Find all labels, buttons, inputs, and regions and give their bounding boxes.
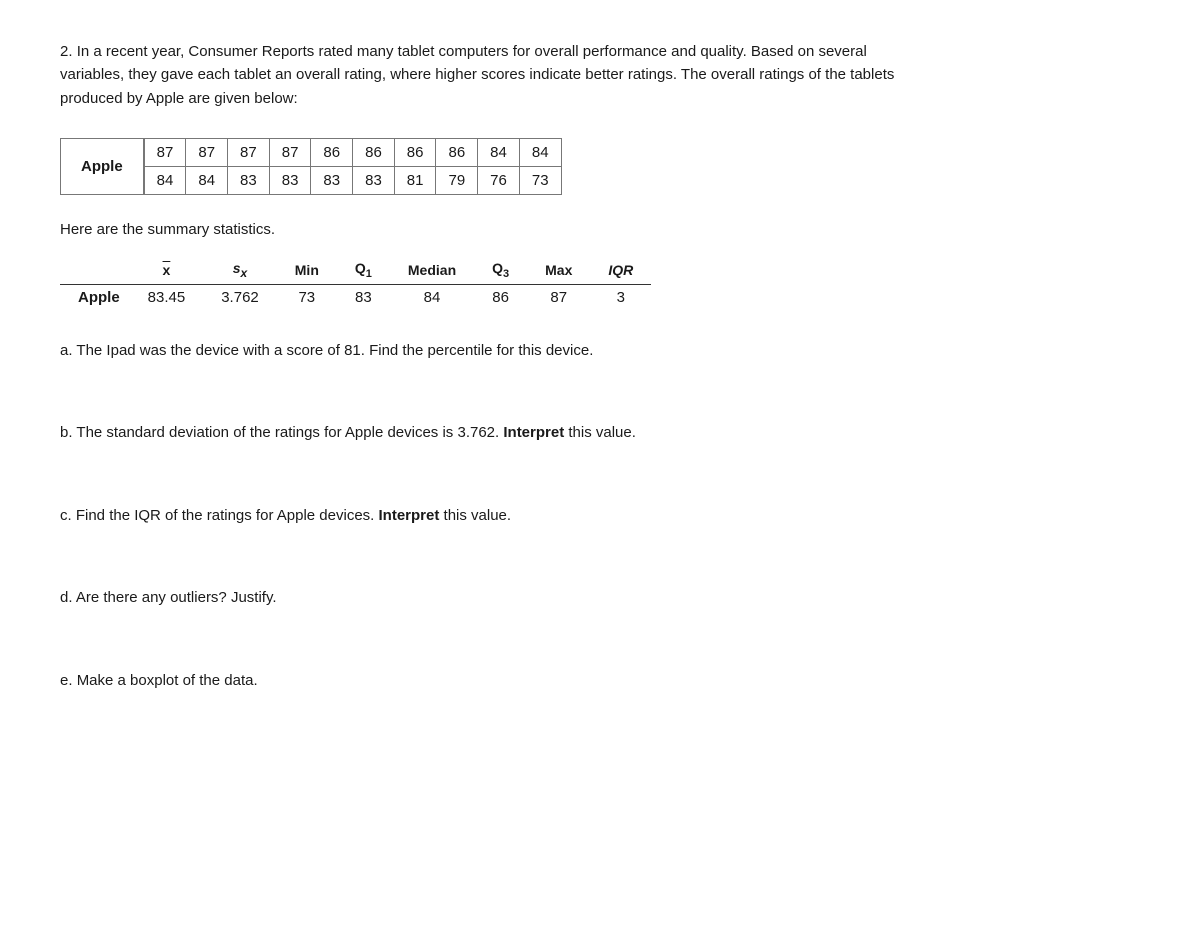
part-a-label: a. xyxy=(60,342,73,359)
r2c2: 84 xyxy=(186,166,228,194)
r1c10: 84 xyxy=(519,138,561,166)
header-xbar: x xyxy=(130,256,204,284)
r2c8: 79 xyxy=(436,166,478,194)
r1c2: 87 xyxy=(186,138,228,166)
summary-iqr: 3 xyxy=(590,284,651,310)
table-row-1: Apple 87 87 87 87 86 86 86 86 84 84 xyxy=(61,138,562,166)
summary-apple-row: Apple 83.45 3.762 73 83 84 86 87 3 xyxy=(60,284,651,310)
summary-xbar: 83.45 xyxy=(130,284,204,310)
r2c9: 76 xyxy=(478,166,520,194)
header-q3: Q3 xyxy=(474,256,527,284)
question-text: 2. In a recent year, Consumer Reports ra… xyxy=(60,40,920,110)
summary-q1: 83 xyxy=(337,284,390,310)
parts-section: a. The Ipad was the device with a score … xyxy=(60,340,1140,693)
part-a: a. The Ipad was the device with a score … xyxy=(60,340,1140,363)
question-number: 2. xyxy=(60,43,73,60)
r1c4: 87 xyxy=(269,138,311,166)
header-median: Median xyxy=(390,256,474,284)
part-c-text-after: this value. xyxy=(439,507,511,524)
summary-max: 87 xyxy=(527,284,590,310)
part-c-text-before: Find the IQR of the ratings for Apple de… xyxy=(76,507,379,524)
part-b-bold: Interpret xyxy=(503,424,564,441)
r1c1: 87 xyxy=(144,138,186,166)
r2c10: 73 xyxy=(519,166,561,194)
r2c7: 81 xyxy=(394,166,436,194)
part-c-bold: Interpret xyxy=(379,507,440,524)
header-q1: Q1 xyxy=(337,256,390,284)
header-iqr: IQR xyxy=(590,256,651,284)
header-max: Max xyxy=(527,256,590,284)
part-a-text: The Ipad was the device with a score of … xyxy=(76,342,593,359)
r2c4: 83 xyxy=(269,166,311,194)
summary-statistics-table: x sx Min Q1 Median Q3 Max IQR Apple 83.4… xyxy=(60,256,651,310)
summary-median: 84 xyxy=(390,284,474,310)
summary-min: 73 xyxy=(277,284,337,310)
r2c3: 83 xyxy=(228,166,270,194)
summary-brand-label: Apple xyxy=(60,284,130,310)
r1c3: 87 xyxy=(228,138,270,166)
r1c6: 86 xyxy=(353,138,395,166)
part-e: e. Make a boxplot of the data. xyxy=(60,670,1140,693)
r1c7: 86 xyxy=(394,138,436,166)
question-body: In a recent year, Consumer Reports rated… xyxy=(60,43,894,107)
header-min: Min xyxy=(277,256,337,284)
empty-header xyxy=(60,256,130,284)
r1c9: 84 xyxy=(478,138,520,166)
part-e-label: e. xyxy=(60,672,73,689)
summary-sx: 3.762 xyxy=(203,284,277,310)
part-d: d. Are there any outliers? Justify. xyxy=(60,587,1140,610)
part-b: b. The standard deviation of the ratings… xyxy=(60,422,1140,445)
brand-label-apple: Apple xyxy=(61,138,144,194)
header-sx: sx xyxy=(203,256,277,284)
r1c5: 86 xyxy=(311,138,353,166)
part-c: c. Find the IQR of the ratings for Apple… xyxy=(60,505,1140,528)
part-e-text: Make a boxplot of the data. xyxy=(77,672,258,689)
r2c1: 84 xyxy=(144,166,186,194)
part-c-label: c. xyxy=(60,507,72,524)
summary-q3: 86 xyxy=(474,284,527,310)
part-d-label: d. xyxy=(60,589,73,606)
summary-header-row: x sx Min Q1 Median Q3 Max IQR xyxy=(60,256,651,284)
r2c6: 83 xyxy=(353,166,395,194)
part-b-text-before: The standard deviation of the ratings fo… xyxy=(76,424,503,441)
part-b-label: b. xyxy=(60,424,73,441)
r1c8: 86 xyxy=(436,138,478,166)
ratings-data-table: Apple 87 87 87 87 86 86 86 86 84 84 84 8… xyxy=(60,138,562,195)
r2c5: 83 xyxy=(311,166,353,194)
summary-intro: Here are the summary statistics. xyxy=(60,221,1140,238)
part-d-text: Are there any outliers? Justify. xyxy=(76,589,277,606)
part-b-text-after: this value. xyxy=(564,424,636,441)
